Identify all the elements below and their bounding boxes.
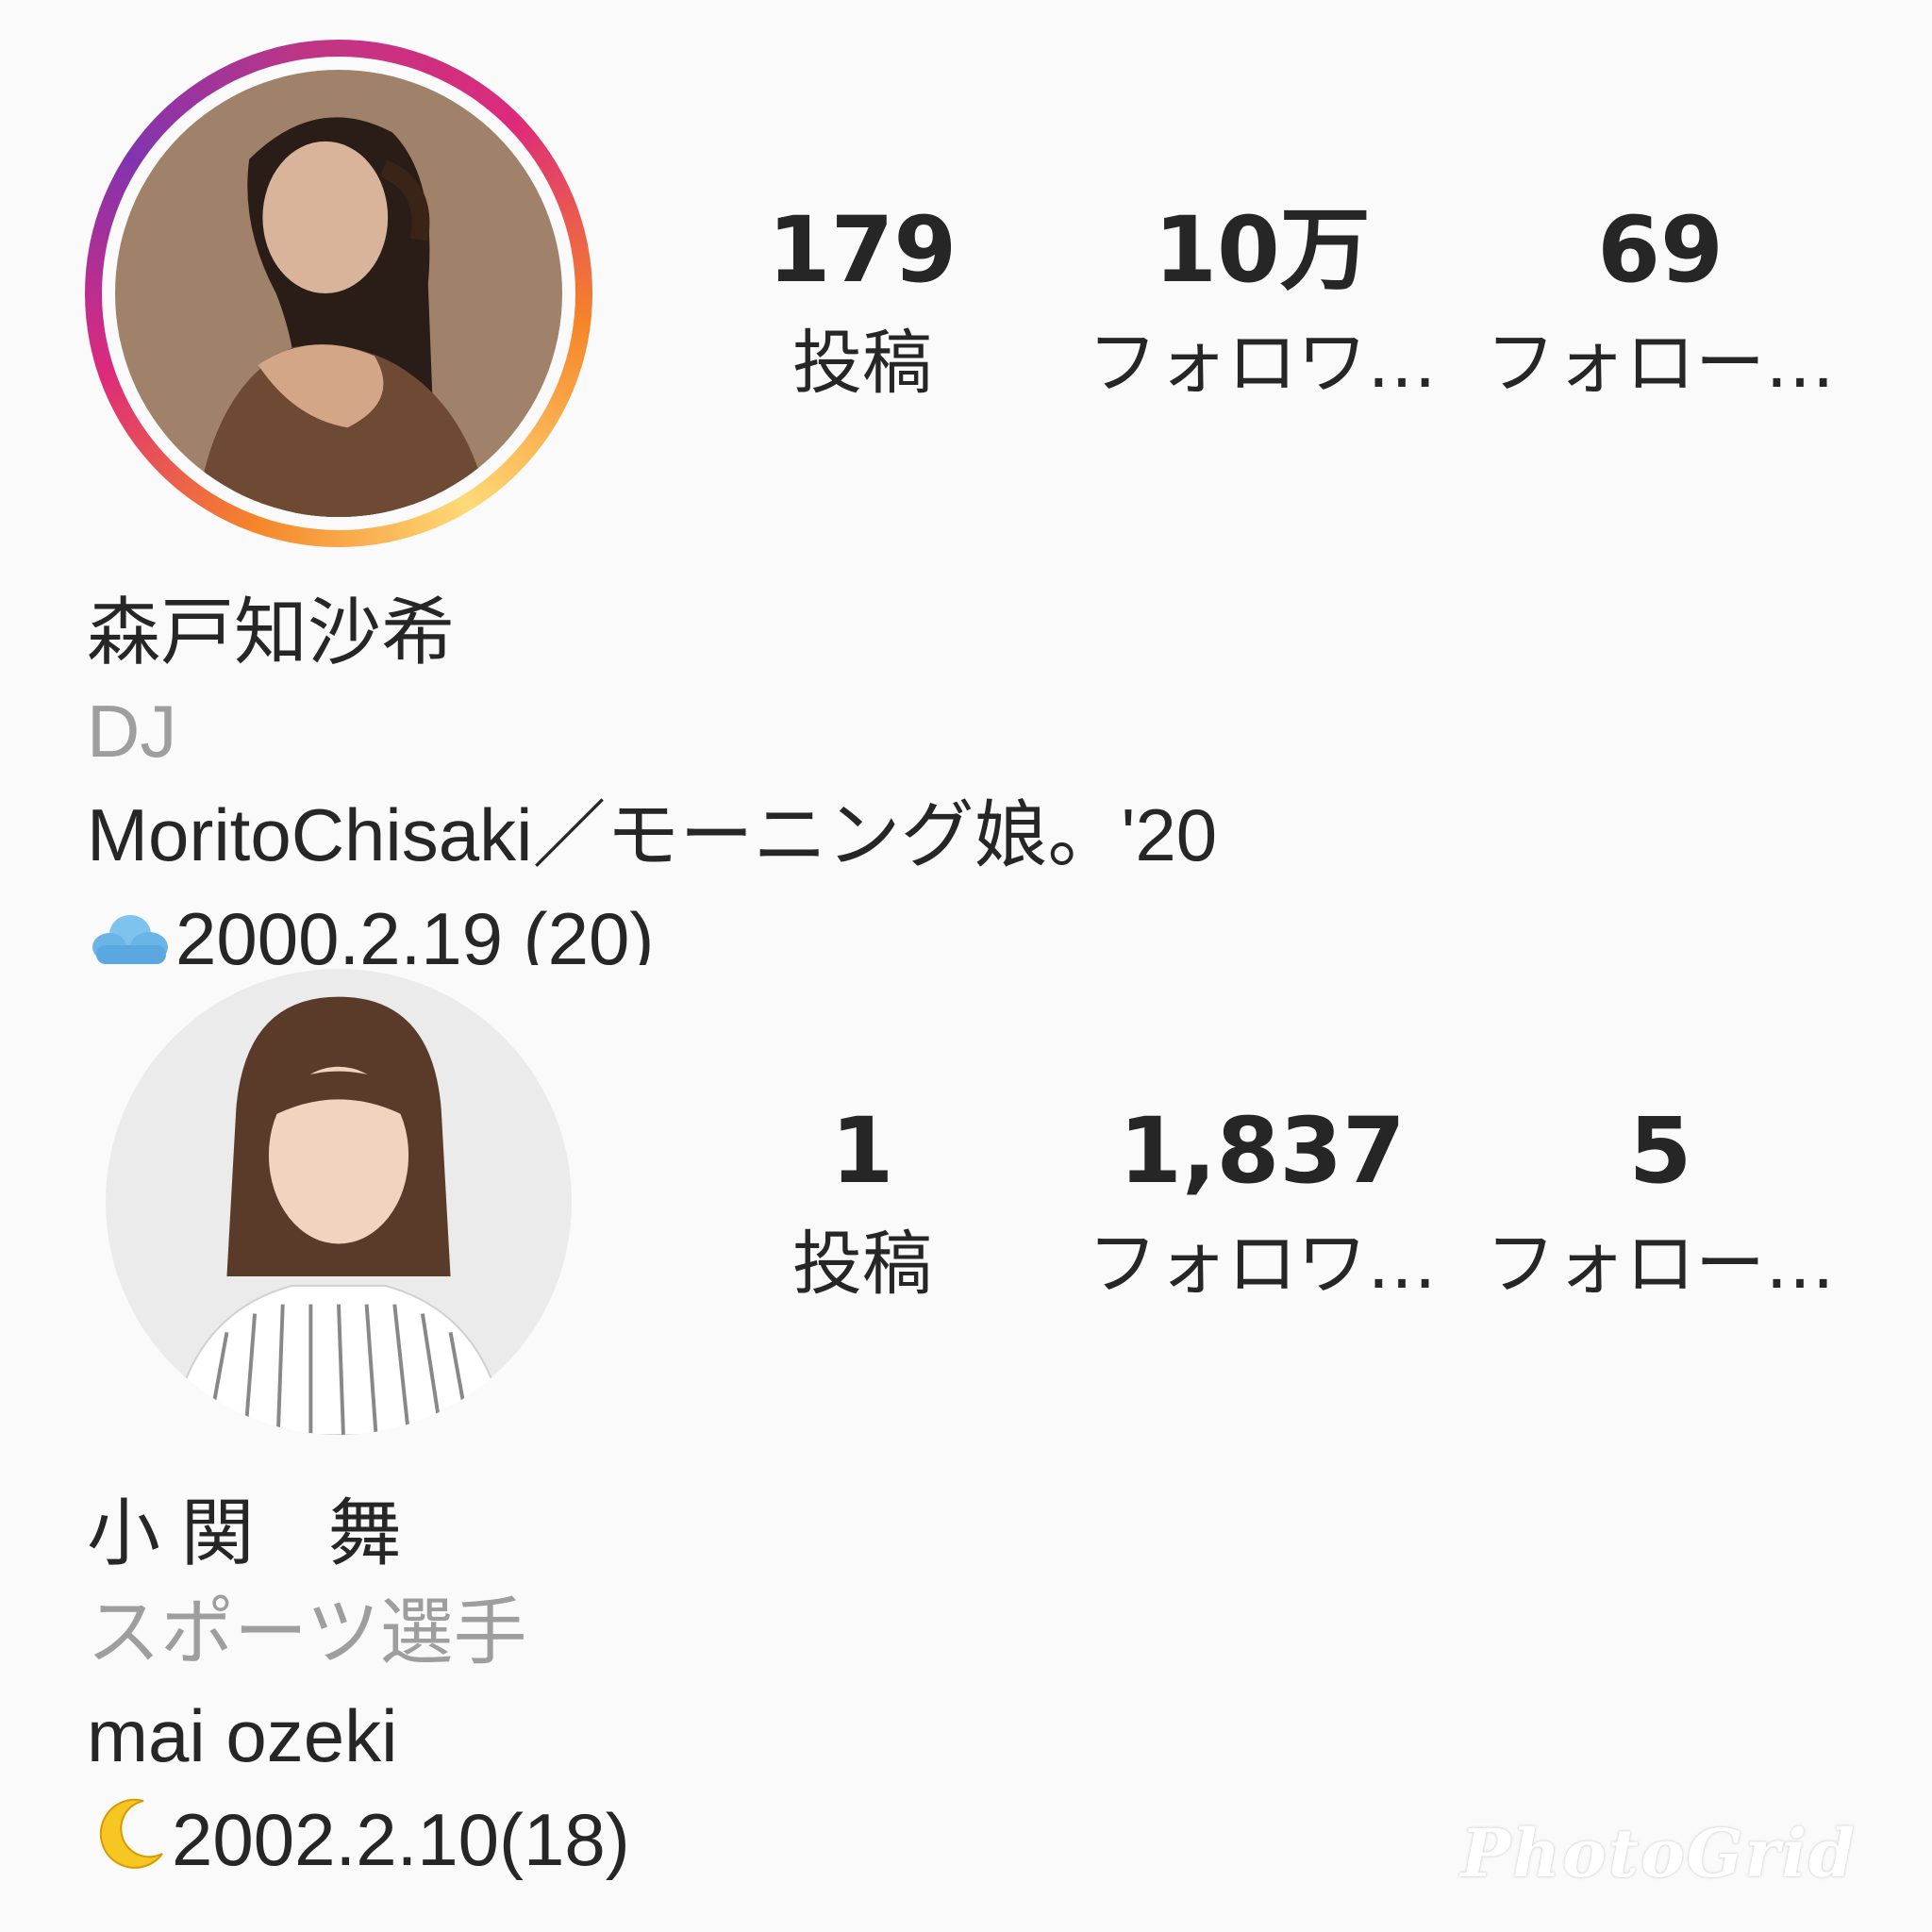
posts-count: 179: [767, 197, 958, 303]
posts-label: 投稿: [792, 1224, 932, 1305]
avatar-story-ring[interactable]: [85, 40, 592, 547]
category-label: スポーツ選手: [87, 1591, 527, 1674]
display-name: 森戸知沙希: [87, 591, 456, 674]
avatar-photo-icon: [106, 969, 572, 1435]
stat-followers[interactable]: 1,837 フォロワ…: [1074, 1094, 1451, 1311]
following-label: フォロー…: [1486, 1224, 1835, 1305]
avatar-wrapper[interactable]: [106, 969, 572, 1435]
bio-line: MoritoChisaki／モーニング娘。'20: [87, 793, 1218, 876]
stat-followers[interactable]: 10万 フォロワ…: [1074, 193, 1451, 410]
bio-line: mai ozeki: [87, 1694, 398, 1777]
stat-following[interactable]: 69 フォロー…: [1472, 193, 1849, 410]
followers-count: 10万: [1154, 197, 1371, 303]
avatar[interactable]: [106, 969, 572, 1435]
posts-label: 投稿: [792, 323, 932, 404]
crescent-moon-emoji-icon: [87, 1793, 168, 1874]
stat-following[interactable]: 5 フォロー…: [1472, 1094, 1849, 1311]
profile-header-1: 179 投稿 10万 フォロワ… 69 フォロー… 森戸知沙希 DJ Morit…: [0, 0, 1932, 965]
collage: 179 投稿 10万 フォロワ… 69 フォロー… 森戸知沙希 DJ Morit…: [0, 0, 1932, 1932]
photogrid-watermark: PhotoGrid: [1460, 1814, 1857, 1892]
followers-count: 1,837: [1119, 1098, 1406, 1204]
stat-posts[interactable]: 1 投稿: [674, 1094, 1051, 1311]
following-label: フォロー…: [1486, 323, 1835, 404]
followers-label: フォロワ…: [1088, 1224, 1437, 1305]
profile-header-2: 1 投稿 1,837 フォロワ… 5 フォロー… 小 関 舞 スポーツ選手 ma…: [0, 901, 1932, 1881]
category-label: DJ: [87, 690, 177, 773]
stat-posts[interactable]: 179 投稿: [674, 193, 1051, 410]
following-count: 69: [1597, 197, 1724, 303]
birthday-text: 2002.2.10(18): [172, 1798, 630, 1881]
avatar-photo-icon: [115, 70, 562, 517]
display-name: 小 関 舞: [87, 1491, 402, 1574]
following-count: 5: [1628, 1098, 1692, 1204]
followers-label: フォロワ…: [1088, 323, 1437, 404]
posts-count: 1: [830, 1098, 894, 1204]
avatar[interactable]: [115, 70, 562, 517]
bio-line-birthday: 2002.2.10(18): [87, 1792, 630, 1887]
